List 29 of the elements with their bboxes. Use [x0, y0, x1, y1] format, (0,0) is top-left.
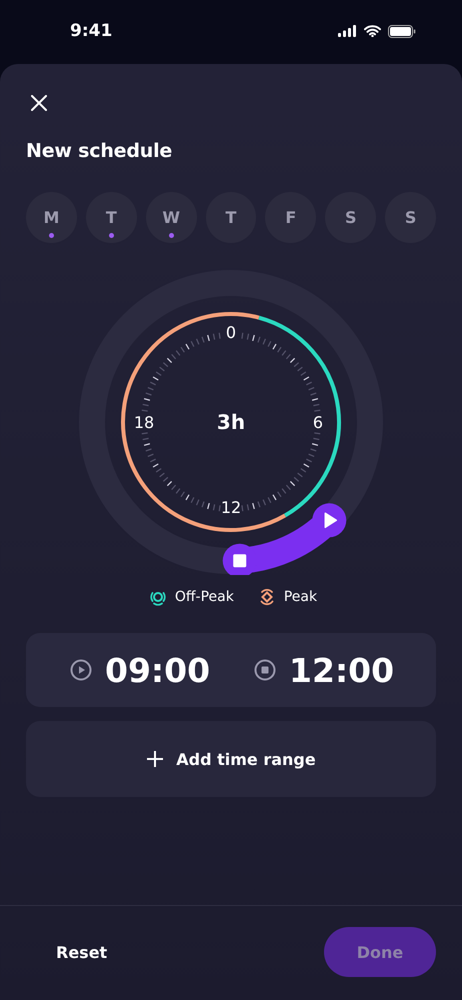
day-toggle[interactable]: F	[265, 192, 316, 243]
sheet-title: New schedule	[26, 140, 174, 162]
legend-label: Off-Peak	[174, 589, 234, 605]
signal-icon	[338, 25, 357, 37]
plus-icon	[146, 750, 164, 768]
day-toggle[interactable]: T	[206, 192, 256, 243]
range-selector[interactable]	[222, 503, 346, 575]
play-icon	[70, 659, 92, 681]
day-toggle[interactable]: W	[146, 192, 197, 243]
status-time: 9:41	[70, 21, 112, 41]
start-time[interactable]: 09:00	[105, 650, 210, 690]
reset-button[interactable]: Reset	[52, 934, 112, 970]
time-range-card[interactable]: 09:00 12:00	[26, 633, 436, 707]
day-toggle[interactable]: S	[385, 192, 436, 243]
battery-icon	[388, 24, 416, 38]
stop-icon	[254, 659, 276, 681]
duration-label: 3h	[216, 410, 246, 434]
day-toggle[interactable]: S	[325, 192, 376, 243]
end-time[interactable]: 12:00	[289, 650, 394, 690]
day-toggle[interactable]: T	[86, 192, 137, 243]
wifi-icon	[364, 25, 381, 37]
add-time-range-button[interactable]: Add time range	[26, 721, 436, 797]
legend-label: Peak	[284, 589, 318, 605]
hour-label: 18	[134, 413, 154, 432]
hour-label: 6	[312, 413, 324, 432]
close-icon[interactable]	[31, 95, 47, 111]
day-toggle[interactable]: M	[26, 192, 77, 243]
hour-label: 12	[220, 498, 242, 517]
hour-label: 0	[226, 323, 236, 342]
